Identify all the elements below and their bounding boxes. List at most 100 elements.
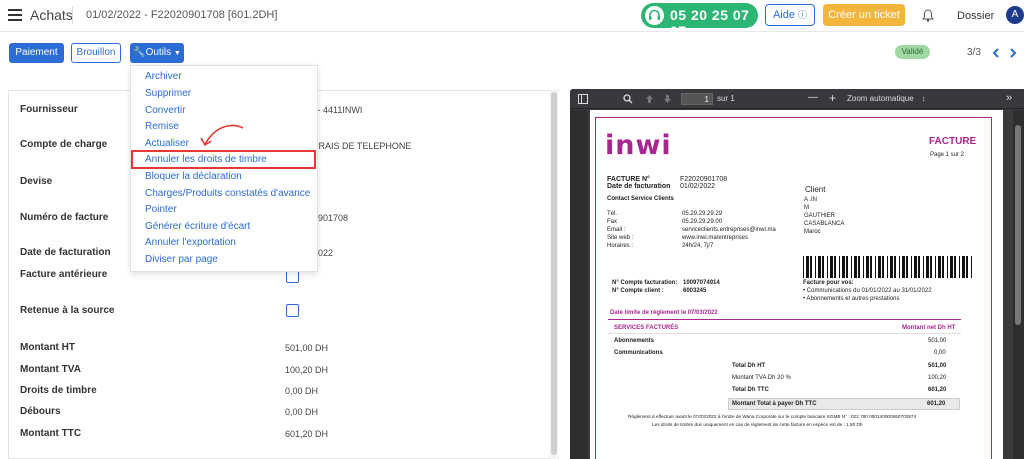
montant-header: Montant net Dh HT	[902, 325, 956, 331]
next-page-icon[interactable]	[663, 94, 672, 104]
barcode-bar	[950, 256, 953, 278]
pdf-scrollbar-thumb[interactable]	[1015, 125, 1021, 325]
draft-button[interactable]: Brouillon	[71, 43, 121, 63]
barcode-bar	[894, 256, 896, 278]
total-ttc-label: Total Dh TTC	[732, 387, 769, 393]
barcode-bar	[839, 256, 840, 278]
grand-total-box: Montant Total à payer Dh TTC 601,20	[728, 398, 960, 410]
chevron-left-icon[interactable]	[992, 48, 999, 58]
wrench-icon: 🔧	[133, 47, 146, 58]
hamburger-menu-icon[interactable]	[8, 9, 22, 21]
field-value-compte-charge[interactable]: FRAIS DE TELEPHONE	[313, 141, 411, 151]
tools-dropdown-button[interactable]: 🔧Outils ▼	[130, 43, 184, 63]
barcode-bar	[854, 256, 857, 278]
fax-label: Fax	[607, 219, 618, 225]
service-row-value-1: 501,00	[928, 338, 947, 344]
menu-item-pointer[interactable]: Pointer	[145, 204, 177, 215]
invoice-page: inwi FACTURE Page 1 sur 2 FACTURE N° F22…	[590, 110, 1003, 459]
page-number-input[interactable]: 1	[681, 93, 713, 105]
section-divider	[608, 319, 961, 320]
service-row-value-2: 0,00	[934, 350, 946, 356]
menu-item-convertir[interactable]: Convertir	[145, 105, 186, 116]
field-label-fournisseur: Fournisseur	[20, 104, 78, 115]
barcode-bar	[914, 256, 917, 278]
field-value-montant-ht: 501,00 DH	[285, 343, 329, 353]
menu-item-diviser-page[interactable]: Diviser par page	[145, 254, 218, 265]
help-button[interactable]: Aide ⓘ	[765, 4, 815, 26]
zoom-select[interactable]: Zoom automatique ↕	[847, 94, 935, 103]
hours-label: Horaires :	[607, 243, 634, 249]
barcode-bar	[858, 256, 860, 278]
client-line-2: M	[804, 205, 809, 211]
footer-droits-timbre: Les droits de timbre dus uniquement en c…	[652, 422, 863, 427]
footer-reglement: Règlement à effectuer avant le 07/03/202…	[628, 414, 917, 419]
field-label-droits-timbre: Droits de timbre	[20, 385, 97, 396]
table-header-divider	[608, 333, 961, 334]
barcode-bar	[863, 256, 864, 278]
menu-item-supprimer[interactable]: Supprimer	[145, 88, 191, 99]
facture-pour-line-1: • Communications du 01/01/2022 au 31/01/…	[803, 288, 932, 294]
site-value: www.inwi.ma/entreprises	[682, 235, 749, 241]
barcode-bar	[899, 256, 900, 278]
compte-facturation: 10097074914	[683, 280, 720, 286]
dossier-menu[interactable]: Dossier	[957, 10, 994, 22]
annotation-arrow-icon	[200, 124, 244, 147]
pdf-toolbar: 1 sur 1 — + Zoom automatique ↕ »	[570, 89, 1024, 109]
bell-icon[interactable]	[922, 9, 934, 22]
compte-client-label: N° Compte client :	[612, 288, 664, 294]
document-title: 01/02/2022 - F22020901708 [601.2DH]	[86, 9, 278, 21]
field-value-date-facturation[interactable]: 022	[318, 248, 333, 258]
barcode-bar	[947, 256, 948, 278]
facture-no-label: FACTURE N°	[607, 176, 650, 183]
barcode-bar	[866, 256, 869, 278]
barcode-bar	[954, 256, 956, 278]
zoom-in-button[interactable]: +	[829, 91, 836, 105]
menu-item-remise[interactable]: Remise	[145, 121, 179, 132]
menu-item-actualiser[interactable]: Actualiser	[145, 138, 189, 149]
client-label: Client	[805, 185, 826, 194]
barcode-bar	[942, 256, 944, 278]
barcode-bar	[966, 256, 968, 278]
barcode-bar	[878, 256, 881, 278]
field-value-droits-timbre: 0,00 DH	[285, 386, 319, 396]
menu-item-archiver[interactable]: Archiver	[145, 71, 182, 82]
create-ticket-button[interactable]: Créer un ticket	[823, 4, 905, 26]
inwi-logo: inwi	[605, 130, 672, 161]
form-scrollbar-thumb[interactable]	[551, 92, 557, 455]
field-value-debours: 0,00 DH	[285, 407, 319, 417]
service-row-label-1: Abonnements	[614, 338, 655, 344]
barcode-bar	[834, 256, 836, 278]
invoice-page-number: Page 1 sur 2	[930, 152, 965, 158]
previous-page-icon[interactable]	[645, 94, 654, 104]
select-arrows-icon: ↕	[921, 96, 926, 103]
date-facturation: 01/02/2022	[680, 183, 716, 190]
email-value: serviceclients.entreprises@inwi.ma	[682, 227, 776, 233]
zoom-out-button[interactable]: —	[808, 92, 818, 103]
barcode-bar	[890, 256, 893, 278]
retenue-source-checkbox[interactable]	[286, 304, 299, 317]
menu-item-annuler-exportation[interactable]: Annuler l'exportation	[145, 237, 236, 248]
payment-button[interactable]: Paiement	[9, 43, 64, 63]
menu-item-generer-ecart[interactable]: Générer écriture d'écart	[145, 221, 250, 232]
menu-item-charges-produits[interactable]: Charges/Produits constatés d'avance	[145, 188, 310, 199]
double-chevron-right-icon[interactable]: »	[1006, 92, 1012, 104]
barcode-bar	[810, 256, 812, 278]
barcode-bar	[906, 256, 908, 278]
support-phone-button[interactable]: 05 20 25 07 07	[641, 3, 758, 39]
search-icon[interactable]	[623, 94, 633, 104]
barcode-bar	[875, 256, 876, 278]
field-value-numero-facture[interactable]: 901708	[318, 213, 348, 223]
title-divider	[72, 6, 73, 24]
sidebar-toggle-icon[interactable]	[578, 94, 588, 104]
field-label-montant-tva: Montant TVA	[20, 364, 81, 375]
grand-total-label: Montant Total à payer Dh TTC	[732, 401, 817, 407]
email-label: Email :	[607, 227, 626, 233]
user-avatar[interactable]: A	[1006, 6, 1024, 24]
chevron-right-icon[interactable]	[1010, 48, 1017, 58]
menu-item-bloquer-declaration[interactable]: Bloquer la déclaration	[145, 171, 242, 182]
top-bar: Achats 01/02/2022 - F22020901708 [601.2D…	[0, 0, 1024, 39]
hours-value: 24h/24, 7j/7	[682, 243, 714, 249]
site-label: Site web :	[607, 235, 634, 241]
field-label-compte-charge: Compte de charge	[20, 139, 108, 150]
total-ttc-value: 601,20	[928, 387, 947, 393]
